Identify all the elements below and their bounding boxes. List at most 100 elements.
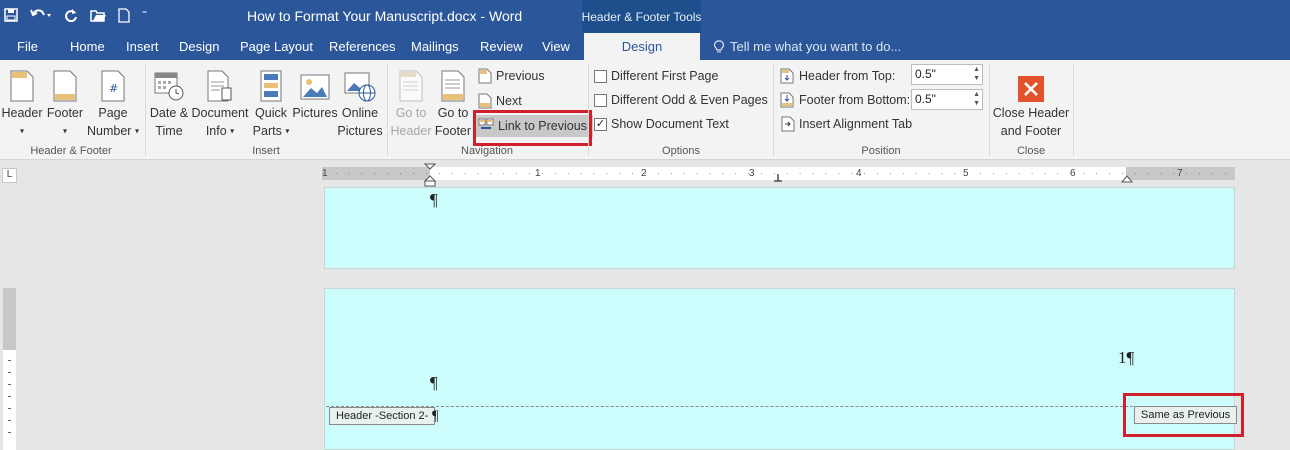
ruler-number: 2: [641, 168, 647, 179]
spin-up-icon[interactable]: ▲: [973, 66, 980, 73]
tab-design[interactable]: Design: [179, 33, 219, 60]
horizontal-ruler-area: L · · · · · · · · · · · · · · · · · · · …: [0, 161, 1290, 187]
page-number-field[interactable]: 1¶: [1118, 348, 1134, 368]
quick-parts-button[interactable]: Quick Parts ▾: [253, 66, 289, 141]
save-icon[interactable]: [4, 5, 18, 25]
header-button[interactable]: Header ▾: [1, 66, 43, 141]
right-indent-marker-icon[interactable]: [1121, 173, 1133, 183]
insert-alignment-tab-button[interactable]: Insert Alignment Tab: [781, 114, 912, 134]
document-info-button[interactable]: Document Info ▾: [191, 66, 249, 141]
vertical-ruler-margin: [3, 288, 16, 350]
close-header-footer-button[interactable]: Close Header and Footer: [992, 66, 1070, 140]
page-one-footer-area[interactable]: [324, 187, 1235, 269]
page-number-button[interactable]: # Page Number ▾: [86, 66, 140, 141]
header-icon: [10, 70, 34, 102]
different-first-page-label: Different First Page: [611, 69, 719, 83]
go-to-header-icon: [399, 70, 423, 102]
header-spin-arrows[interactable]: ▲ ▼: [973, 65, 980, 83]
page-two-header-area[interactable]: [324, 288, 1235, 450]
tab-references[interactable]: References: [329, 33, 395, 60]
tab-page-layout[interactable]: Page Layout: [240, 33, 313, 60]
footer-from-bottom-input[interactable]: 0.5" ▲ ▼: [911, 89, 983, 110]
online-pictures-button[interactable]: Online Pictures: [337, 66, 383, 140]
vertical-ruler-tick: [8, 384, 11, 385]
vertical-ruler-tick: [8, 432, 11, 433]
header-from-top-label-group: Header from Top:: [779, 66, 895, 86]
number-label: Number: [87, 124, 132, 138]
vertical-ruler-tick: [8, 372, 11, 373]
vertical-ruler[interactable]: [3, 288, 16, 450]
footer-label: Footer: [46, 106, 84, 120]
customize-icon[interactable]: ⁼: [142, 5, 147, 25]
spin-down-icon[interactable]: ▼: [973, 100, 980, 107]
header-section-tag: Header -Section 2-: [329, 407, 436, 425]
tell-me-text: Tell me what you want to do...: [730, 39, 902, 54]
info-label: Info: [205, 124, 227, 138]
next-button[interactable]: Next: [478, 91, 522, 111]
insert-group-label: Insert: [252, 145, 280, 157]
footer-button[interactable]: Footer ▾: [45, 66, 85, 141]
tab-insert[interactable]: Insert: [126, 33, 159, 60]
spin-up-icon[interactable]: ▲: [973, 91, 980, 98]
indent-marker-icon[interactable]: [424, 163, 436, 187]
tab-home[interactable]: Home: [70, 33, 105, 60]
vertical-ruler-tick: [8, 408, 11, 409]
paragraph-mark: ¶: [430, 373, 438, 392]
svg-text:#: #: [109, 82, 118, 95]
go-to-label: Go to: [395, 106, 427, 120]
go-to-footer-icon: [441, 70, 465, 102]
document-label: Document: [191, 106, 249, 120]
tab-file[interactable]: File: [17, 33, 38, 60]
different-first-page-checkbox[interactable]: [594, 69, 607, 83]
calendar-clock-icon: [154, 72, 184, 101]
different-odd-even-option[interactable]: Different Odd & Even Pages: [594, 90, 768, 110]
next-label: Next: [496, 94, 522, 108]
footer-icon: [53, 70, 77, 102]
header-from-top-label: Header from Top:: [799, 69, 896, 83]
redo-icon[interactable]: [64, 5, 78, 25]
show-document-text-checkbox[interactable]: ✓: [594, 117, 607, 131]
date-time-button[interactable]: Date & Time: [148, 66, 190, 140]
parts-label: Parts: [252, 124, 282, 138]
close-x-icon: [1018, 76, 1044, 102]
pictures-button[interactable]: Pictures: [292, 66, 338, 122]
position-group-label: Position: [861, 145, 901, 157]
new-icon[interactable]: [118, 5, 130, 25]
footer-position-icon: [780, 92, 794, 108]
header-label: Header: [1, 106, 43, 120]
document-info-icon: [207, 70, 232, 102]
same-as-previous-highlight: [1123, 393, 1244, 437]
ruler-number: 4: [856, 168, 862, 179]
tab-mailings[interactable]: Mailings: [411, 33, 459, 60]
close-group-label: Close: [1016, 145, 1046, 157]
footer-spin-arrows[interactable]: ▲ ▼: [973, 90, 980, 108]
different-odd-even-checkbox[interactable]: [594, 93, 607, 107]
quick-label: Quick: [255, 106, 287, 120]
online-label: Online: [341, 106, 379, 120]
header-from-top-input[interactable]: 0.5" ▲ ▼: [911, 64, 983, 85]
quick-access-toolbar: ⁼: [4, 5, 147, 25]
tab-view[interactable]: View: [542, 33, 570, 60]
lightbulb-icon: [714, 39, 724, 52]
tab-stop-selector[interactable]: L: [2, 168, 17, 183]
center-tab-stop-icon[interactable]: [773, 173, 783, 183]
go-to-header-button[interactable]: Go to Header: [390, 66, 432, 140]
paragraph-mark: ¶: [432, 408, 439, 424]
open-icon[interactable]: [90, 5, 106, 25]
undo-icon[interactable]: [30, 5, 52, 25]
vertical-ruler-tick: [8, 420, 11, 421]
title-bar: ⁼ How to Format Your Manuscript.docx - W…: [0, 0, 1290, 33]
next-section-icon: [478, 93, 492, 109]
and-footer-label: and Footer: [1000, 124, 1062, 138]
previous-button[interactable]: Previous: [478, 66, 545, 86]
footer-nav-label: Footer: [434, 124, 472, 138]
date-label: Date &: [149, 106, 189, 120]
go-to-footer-button[interactable]: Go to Footer: [433, 66, 473, 140]
spin-down-icon[interactable]: ▼: [973, 75, 980, 82]
tab-review[interactable]: Review: [480, 33, 523, 60]
tab-header-footer-design[interactable]: Design: [584, 33, 700, 60]
tell-me-search[interactable]: Tell me what you want to do...: [714, 33, 901, 60]
pictures-label: Pictures: [292, 106, 338, 120]
different-first-page-option[interactable]: Different First Page: [594, 66, 718, 86]
show-document-text-option[interactable]: ✓ Show Document Text: [594, 114, 729, 134]
